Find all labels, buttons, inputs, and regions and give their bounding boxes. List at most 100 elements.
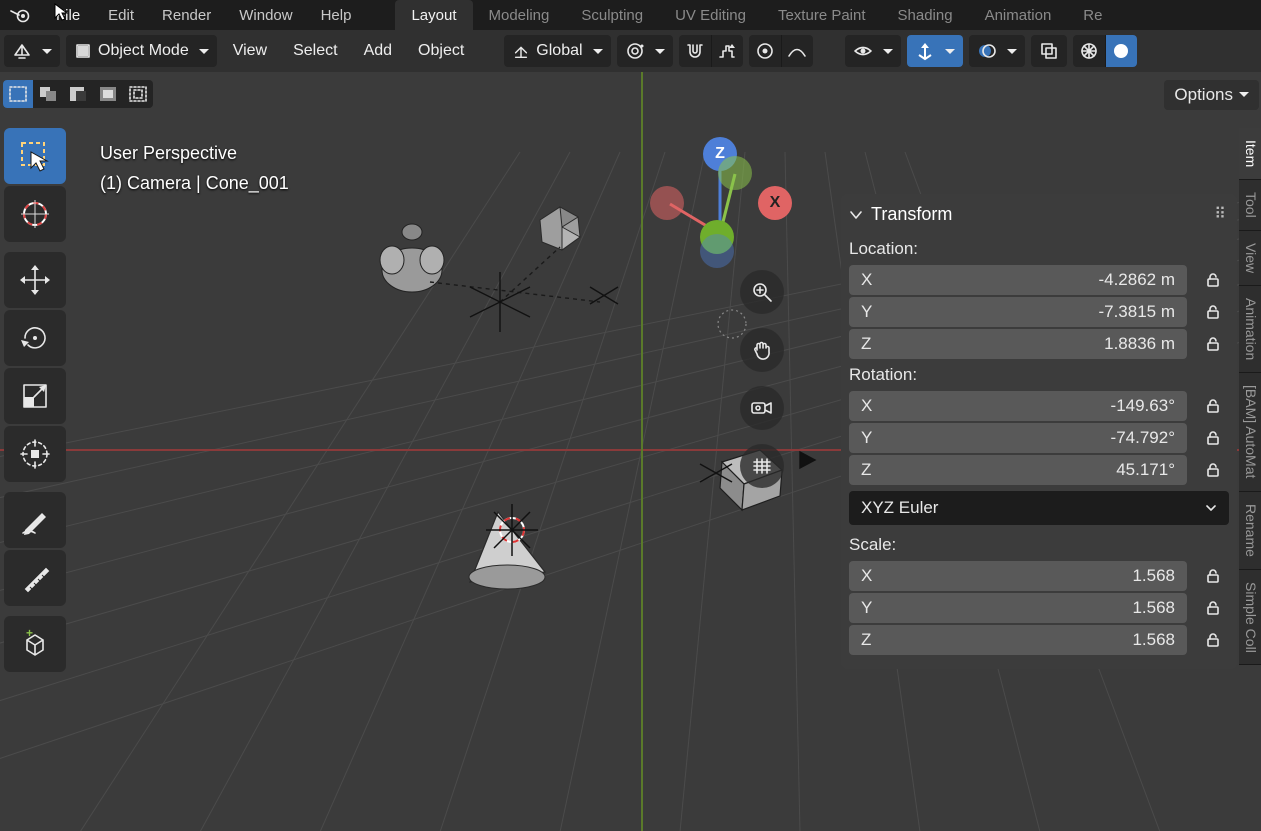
snap-type-dropdown[interactable] xyxy=(711,35,743,67)
snap-pill xyxy=(679,35,743,67)
svg-text:+: + xyxy=(26,628,33,640)
select-mode-extend[interactable] xyxy=(33,80,63,108)
snap-toggle[interactable] xyxy=(679,35,711,67)
mode-dropdown[interactable]: Object Mode xyxy=(66,35,217,67)
scale-y-field[interactable]: Y1.568 xyxy=(849,593,1187,623)
header-select[interactable]: Select xyxy=(283,42,347,60)
xray-toggle[interactable] xyxy=(1031,35,1067,67)
workspace-tab-more[interactable]: Re xyxy=(1067,0,1118,30)
workspace-tab-shading[interactable]: Shading xyxy=(882,0,969,30)
overlay-dropdown[interactable] xyxy=(969,35,1025,67)
rotation-z-field[interactable]: Z45.171° xyxy=(849,455,1187,485)
rtab-tool[interactable]: Tool xyxy=(1239,180,1261,231)
tool-rotate[interactable] xyxy=(4,310,66,366)
perspective-toggle-button[interactable] xyxy=(740,444,784,488)
toolbar: + xyxy=(4,128,66,672)
location-x-field[interactable]: X-4.2862 m xyxy=(849,265,1187,295)
lock-icon[interactable] xyxy=(1197,423,1229,453)
cursor-icon xyxy=(54,3,70,23)
location-z-field[interactable]: Z1.8836 m xyxy=(849,329,1187,359)
lock-icon[interactable] xyxy=(1197,593,1229,623)
tool-measure[interactable] xyxy=(4,550,66,606)
drag-handle-icon[interactable]: ⠿ xyxy=(1214,204,1227,224)
rtab-item[interactable]: Item xyxy=(1239,128,1261,180)
pan-button[interactable] xyxy=(740,328,784,372)
lock-icon[interactable] xyxy=(1197,561,1229,591)
rtab-view[interactable]: View xyxy=(1239,231,1261,286)
workspace-tab-sculpting[interactable]: Sculpting xyxy=(565,0,659,30)
proportional-toggle[interactable] xyxy=(749,35,781,67)
location-label: Location: xyxy=(849,235,1229,263)
rotation-x-field[interactable]: X-149.63° xyxy=(849,391,1187,421)
rotation-y-field[interactable]: Y-74.792° xyxy=(849,423,1187,453)
rotation-mode-dropdown[interactable]: XYZ Euler xyxy=(849,491,1229,525)
select-mode-set[interactable] xyxy=(3,80,33,108)
select-mode-group xyxy=(3,80,153,108)
tool-header: Object Mode View Select Add Object Globa… xyxy=(0,30,1261,72)
visibility-dropdown[interactable] xyxy=(845,35,901,67)
tool-select-box[interactable] xyxy=(4,128,66,184)
header-add[interactable]: Add xyxy=(354,42,402,60)
rtab-simple-coll[interactable]: Simple Coll xyxy=(1239,570,1261,666)
lock-icon[interactable] xyxy=(1197,625,1229,655)
axis-x-ball[interactable]: X xyxy=(758,186,792,220)
menu-edit[interactable]: Edit xyxy=(94,0,148,30)
workspace-tab-modeling[interactable]: Modeling xyxy=(473,0,566,30)
pivot-dropdown[interactable] xyxy=(617,35,673,67)
select-mode-invert[interactable] xyxy=(93,80,123,108)
nav-gizmo[interactable]: Z X xyxy=(640,134,800,254)
n-panel: ⠿ Transform Location: X-4.2862 m Y-7.381… xyxy=(841,194,1237,669)
proportional-falloff-dropdown[interactable] xyxy=(781,35,813,67)
lock-icon[interactable] xyxy=(1197,391,1229,421)
rtab-rename[interactable]: Rename xyxy=(1239,492,1261,570)
lock-icon[interactable] xyxy=(1197,265,1229,295)
editor-type-dropdown[interactable] xyxy=(4,35,60,67)
lock-icon[interactable] xyxy=(1197,297,1229,327)
tool-scale[interactable] xyxy=(4,368,66,424)
menu-render[interactable]: Render xyxy=(148,0,225,30)
app-menubar: File Edit Render Window Help Layout Mode… xyxy=(0,0,1261,30)
options-label: Options xyxy=(1174,85,1233,105)
tool-move[interactable] xyxy=(4,252,66,308)
tool-annotate[interactable] xyxy=(4,492,66,548)
shading-solid[interactable] xyxy=(1105,35,1137,67)
axis-neg-y-ball[interactable] xyxy=(718,156,752,190)
n-panel-tabs: Item Tool View Animation [BAM] AutoMat R… xyxy=(1239,128,1261,665)
transform-panel-header[interactable]: Transform xyxy=(849,200,1229,235)
orientation-icon xyxy=(512,42,530,60)
tool-transform[interactable] xyxy=(4,426,66,482)
orientation-label: Global xyxy=(536,42,582,60)
scale-x-field[interactable]: X1.568 xyxy=(849,561,1187,591)
header-view[interactable]: View xyxy=(223,42,277,60)
menu-help[interactable]: Help xyxy=(307,0,366,30)
shading-wireframe[interactable] xyxy=(1073,35,1105,67)
menu-window[interactable]: Window xyxy=(225,0,306,30)
lock-icon[interactable] xyxy=(1197,329,1229,359)
chevron-down-icon xyxy=(1205,502,1217,514)
workspace-tab-layout[interactable]: Layout xyxy=(395,0,472,30)
select-mode-intersect[interactable] xyxy=(123,80,153,108)
3d-viewport[interactable]: Options User Perspective (1) Camera | Co… xyxy=(0,72,1261,831)
workspace-tab-texturepaint[interactable]: Texture Paint xyxy=(762,0,882,30)
axis-neg-x-ball[interactable] xyxy=(650,186,684,220)
rtab-bam-automat[interactable]: [BAM] AutoMat xyxy=(1239,373,1261,491)
viewport-nav-buttons xyxy=(740,270,784,488)
select-mode-subtract[interactable] xyxy=(63,80,93,108)
workspace-tab-uvediting[interactable]: UV Editing xyxy=(659,0,762,30)
gizmo-dropdown[interactable] xyxy=(907,35,963,67)
orientation-dropdown[interactable]: Global xyxy=(504,35,610,67)
viewport-perspective-label: User Perspective xyxy=(100,138,289,168)
tool-add-primitive[interactable]: + xyxy=(4,616,66,672)
viewport-options-dropdown[interactable]: Options xyxy=(1164,80,1259,110)
zoom-button[interactable] xyxy=(740,270,784,314)
workspace-tab-animation[interactable]: Animation xyxy=(969,0,1068,30)
tool-cursor[interactable] xyxy=(4,186,66,242)
scale-z-field[interactable]: Z1.568 xyxy=(849,625,1187,655)
transform-title: Transform xyxy=(871,204,952,225)
header-object[interactable]: Object xyxy=(408,42,474,60)
axis-neg-z-ball[interactable] xyxy=(700,234,734,268)
camera-view-button[interactable] xyxy=(740,386,784,430)
location-y-field[interactable]: Y-7.3815 m xyxy=(849,297,1187,327)
rtab-animation[interactable]: Animation xyxy=(1239,286,1261,373)
lock-icon[interactable] xyxy=(1197,455,1229,485)
